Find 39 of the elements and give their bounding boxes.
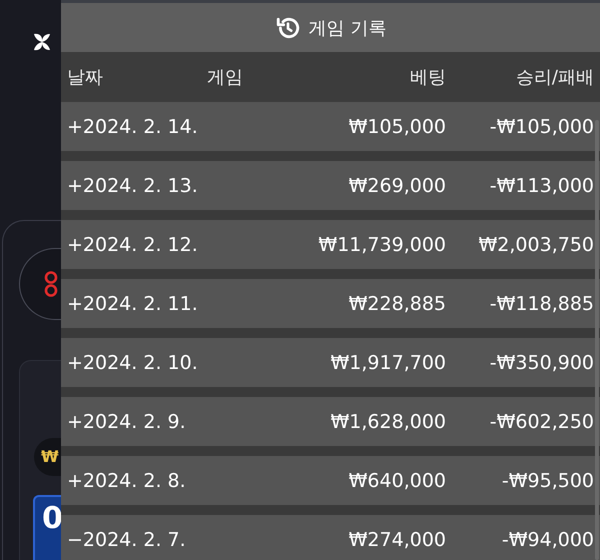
result-cell: -₩95,500 [502, 470, 594, 492]
date-cell: +2024. 2. 8. [67, 470, 186, 492]
bet-cell: ₩269,000 [348, 174, 446, 196]
bet-cell: ₩640,000 [348, 470, 446, 492]
bet-cell: ₩11,739,000 [318, 234, 446, 256]
result-cell: -₩113,000 [490, 174, 594, 196]
table-row[interactable]: +2024. 2. 11. ₩228,885 -₩118,885 [61, 279, 600, 328]
result-cell: -₩94,000 [502, 528, 594, 550]
table-row[interactable]: +2024. 2. 9. ₩1,628,000 -₩602,250 [61, 397, 600, 446]
table-row[interactable]: +2024. 2. 14. ₩105,000 -₩105,000 [61, 102, 600, 151]
date-cell: +2024. 2. 14. [67, 116, 198, 138]
date-cell: +2024. 2. 9. [67, 410, 186, 432]
rings-icon [44, 271, 58, 297]
date-cell: +2024. 2. 13. [67, 174, 198, 196]
bet-cell: ₩1,917,700 [330, 352, 446, 374]
date-cell: +2024. 2. 11. [67, 292, 198, 314]
bet-cell: ₩274,000 [348, 528, 446, 550]
table-row[interactable]: +2024. 2. 10. ₩1,917,700 -₩350,900 [61, 338, 600, 387]
result-cell: ₩2,003,750 [478, 234, 594, 256]
result-cell: -₩350,900 [490, 352, 594, 374]
panel-title: 게임 기록 [308, 16, 386, 40]
table-row[interactable]: −2024. 2. 7. ₩274,000 -₩94,000 [61, 515, 600, 560]
result-cell: -₩118,885 [490, 292, 594, 314]
date-cell: +2024. 2. 10. [67, 352, 198, 374]
column-header: 승리/패배 [516, 66, 594, 89]
bet-cell: ₩1,628,000 [330, 410, 446, 432]
column-header: 날짜 [67, 66, 103, 89]
date-cell: −2024. 2. 7. [67, 528, 186, 550]
result-cell: -₩105,000 [490, 116, 594, 138]
table-row[interactable]: +2024. 2. 13. ₩269,000 -₩113,000 [61, 161, 600, 210]
result-cell: -₩602,250 [490, 410, 594, 432]
column-header: 베팅 [410, 66, 446, 89]
table-row[interactable]: +2024. 2. 12. ₩11,739,000 ₩2,003,750 [61, 220, 600, 269]
round-button[interactable] [19, 248, 61, 320]
bet-cell: ₩228,885 [348, 292, 446, 314]
date-cell: +2024. 2. 12. [67, 234, 198, 256]
column-header: 게임 [207, 66, 243, 89]
bet-cell: ₩105,000 [348, 116, 446, 138]
table-row[interactable]: +2024. 2. 8. ₩640,000 -₩95,500 [61, 456, 600, 505]
